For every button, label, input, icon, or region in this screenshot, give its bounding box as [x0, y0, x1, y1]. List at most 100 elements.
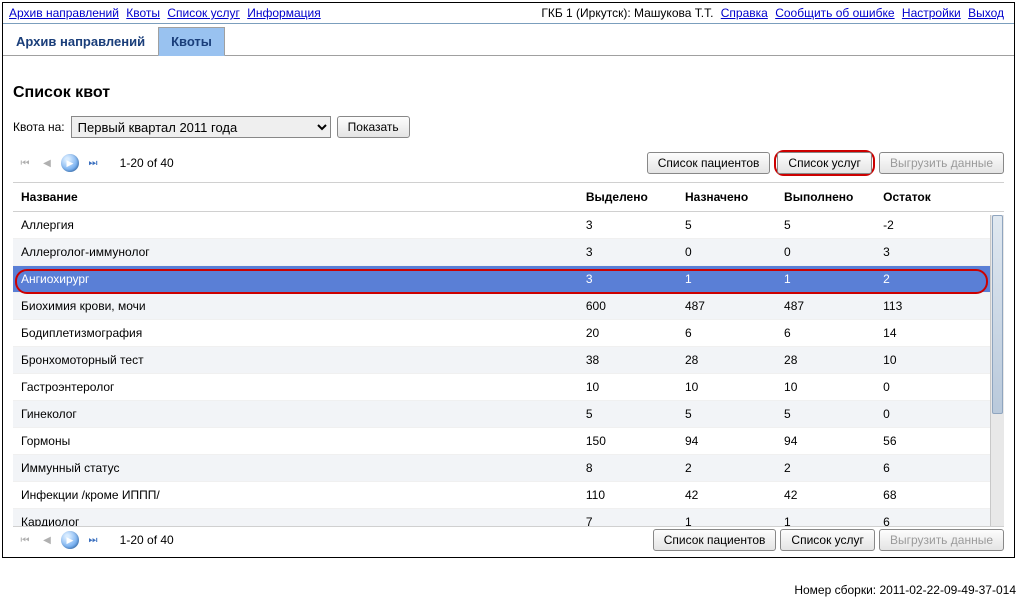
table-row[interactable]: Инфекции /кроме ИППП/110424268	[13, 482, 1004, 509]
cell-done: 5	[776, 212, 875, 239]
cell-rest: 0	[875, 401, 974, 428]
action-buttons-bottom: Список пациентов Список услуг Выгрузить …	[653, 529, 1004, 551]
grid-wrap: Название Выделено Назначено Выполнено Ос…	[13, 182, 1004, 536]
app-window: Архив направлений Квоты Список услуг Инф…	[2, 2, 1015, 558]
build-line: Номер сборки: 2011-02-22-09-49-37-014	[794, 583, 1016, 597]
tab-quotas[interactable]: Квоты	[158, 27, 225, 56]
cell-assigned: 6	[677, 320, 776, 347]
cell-allocated: 110	[578, 482, 677, 509]
quota-table: Название Выделено Назначено Выполнено Ос…	[13, 183, 1004, 536]
table-row[interactable]: Ангиохирург3112	[13, 266, 1004, 293]
first-page-icon: ⏮	[17, 155, 33, 171]
top-bar: Архив направлений Квоты Список услуг Инф…	[3, 3, 1014, 24]
action-buttons-top: Список пациентов Список услуг Выгрузить …	[647, 150, 1004, 176]
top-nav-left: Архив направлений Квоты Список услуг Инф…	[9, 6, 325, 20]
cell-rest: 14	[875, 320, 974, 347]
services-button-top[interactable]: Список услуг	[777, 152, 872, 174]
col-assigned[interactable]: Назначено	[677, 183, 776, 212]
vertical-scrollbar[interactable]	[990, 215, 1004, 536]
cell-assigned: 487	[677, 293, 776, 320]
user-context: ГКБ 1 (Иркутск): Машукова Т.Т.	[541, 6, 713, 20]
cell-allocated: 8	[578, 455, 677, 482]
cell-done: 28	[776, 347, 875, 374]
cell-rest: 0	[875, 374, 974, 401]
cell-allocated: 5	[578, 401, 677, 428]
nav-settings[interactable]: Настройки	[902, 6, 961, 20]
table-row[interactable]: Биохимия крови, мочи600487487113	[13, 293, 1004, 320]
col-done[interactable]: Выполнено	[776, 183, 875, 212]
cell-done: 5	[776, 401, 875, 428]
cell-assigned: 1	[677, 266, 776, 293]
cell-done: 487	[776, 293, 875, 320]
table-row[interactable]: Гастроэнтеролог1010100	[13, 374, 1004, 401]
patients-button-bottom[interactable]: Список пациентов	[653, 529, 777, 551]
last-page-icon-bottom[interactable]: ⏭	[85, 532, 101, 548]
cell-assigned: 10	[677, 374, 776, 401]
tab-bar: Архив направлений Квоты	[3, 24, 1014, 56]
col-allocated[interactable]: Выделено	[578, 183, 677, 212]
prev-page-icon-bottom: ◀	[39, 532, 55, 548]
cell-name: Аллергия	[13, 212, 578, 239]
nav-help[interactable]: Справка	[721, 6, 768, 20]
show-button[interactable]: Показать	[337, 116, 410, 138]
cell-allocated: 38	[578, 347, 677, 374]
table-row[interactable]: Аллерголог-иммунолог3003	[13, 239, 1004, 266]
last-page-icon[interactable]: ⏭	[85, 155, 101, 171]
next-page-icon[interactable]: ▶	[61, 154, 79, 172]
cell-rest: 6	[875, 455, 974, 482]
table-header-row: Название Выделено Назначено Выполнено Ос…	[13, 183, 1004, 212]
cell-rest: 56	[875, 428, 974, 455]
cell-name: Бронхомоторный тест	[13, 347, 578, 374]
cell-name: Гастроэнтеролог	[13, 374, 578, 401]
table-row[interactable]: Бодиплетизмография206614	[13, 320, 1004, 347]
table-row[interactable]: Аллергия355-2	[13, 212, 1004, 239]
scrollbar-thumb[interactable]	[992, 215, 1003, 414]
export-button-top: Выгрузить данные	[879, 152, 1004, 174]
patients-button-top[interactable]: Список пациентов	[647, 152, 771, 174]
nav-report-bug[interactable]: Сообщить об ошибке	[775, 6, 894, 20]
nav-services[interactable]: Список услуг	[167, 6, 240, 20]
table-row[interactable]: Гинеколог5550	[13, 401, 1004, 428]
cell-done: 0	[776, 239, 875, 266]
cell-done: 94	[776, 428, 875, 455]
services-button-bottom[interactable]: Список услуг	[780, 529, 875, 551]
cell-name: Бодиплетизмография	[13, 320, 578, 347]
cell-rest: 3	[875, 239, 974, 266]
tab-archive[interactable]: Архив направлений	[3, 27, 158, 56]
cell-done: 42	[776, 482, 875, 509]
table-row[interactable]: Гормоны150949456	[13, 428, 1004, 455]
cell-assigned: 2	[677, 455, 776, 482]
toolbar-top: ⏮ ◀ ▶ ⏭ 1-20 of 40 Список пациентов Спис…	[13, 148, 1004, 178]
cell-rest: 68	[875, 482, 974, 509]
cell-name: Гинеколог	[13, 401, 578, 428]
cell-allocated: 3	[578, 266, 677, 293]
cell-done: 1	[776, 266, 875, 293]
cell-name: Биохимия крови, мочи	[13, 293, 578, 320]
toolbar-bottom: ⏮ ◀ ▶ ⏭ 1-20 of 40 Список пациентов Спис…	[13, 526, 1004, 553]
prev-page-icon: ◀	[39, 155, 55, 171]
table-row[interactable]: Иммунный статус8226	[13, 455, 1004, 482]
nav-archive[interactable]: Архив направлений	[9, 6, 119, 20]
first-page-icon-bottom: ⏮	[17, 532, 33, 548]
next-page-icon-bottom[interactable]: ▶	[61, 531, 79, 549]
cell-name: Ангиохирург	[13, 266, 578, 293]
top-nav-right: ГКБ 1 (Иркутск): Машукова Т.Т. Справка С…	[541, 6, 1008, 20]
col-name[interactable]: Название	[13, 183, 578, 212]
nav-quotas[interactable]: Квоты	[126, 6, 160, 20]
period-select[interactable]: Первый квартал 2011 года	[71, 116, 331, 138]
cell-rest: 10	[875, 347, 974, 374]
pager-top: ⏮ ◀ ▶ ⏭ 1-20 of 40	[13, 154, 174, 172]
services-button-highlight: Список услуг	[774, 150, 875, 176]
table-row[interactable]: Бронхомоторный тест38282810	[13, 347, 1004, 374]
page-title: Список квот	[13, 84, 1004, 102]
pager-bottom: ⏮ ◀ ▶ ⏭ 1-20 of 40	[13, 531, 174, 549]
cell-assigned: 28	[677, 347, 776, 374]
export-button-bottom: Выгрузить данные	[879, 529, 1004, 551]
cell-name: Аллерголог-иммунолог	[13, 239, 578, 266]
cell-allocated: 600	[578, 293, 677, 320]
nav-logout[interactable]: Выход	[968, 6, 1004, 20]
col-rest[interactable]: Остаток	[875, 183, 974, 212]
nav-info[interactable]: Информация	[247, 6, 320, 20]
cell-done: 10	[776, 374, 875, 401]
cell-assigned: 0	[677, 239, 776, 266]
